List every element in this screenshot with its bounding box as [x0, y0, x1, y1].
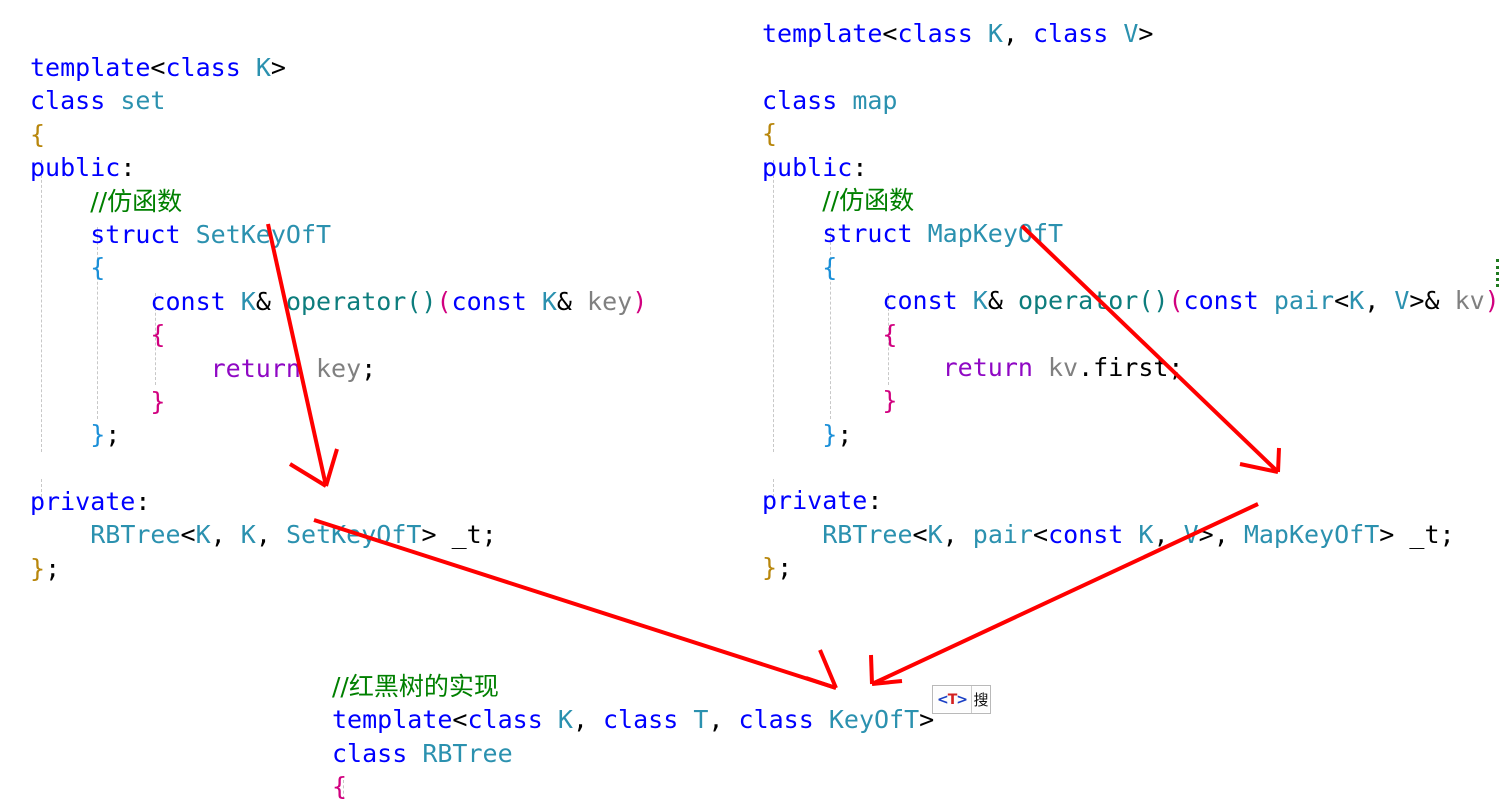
code-line: class set — [30, 86, 166, 116]
clipped-edge-marker — [1496, 259, 1502, 287]
code-line: class RBTree — [332, 738, 513, 768]
code-line: { — [762, 119, 778, 149]
code-line: return key; — [210, 353, 377, 383]
ime-logo-icon[interactable]: < T > — [933, 686, 971, 713]
code-line: } — [150, 386, 166, 416]
code-line: { — [90, 253, 106, 283]
code-line: struct SetKeyOfT — [90, 219, 332, 249]
code-line: public: — [30, 153, 136, 183]
code-line: struct MapKeyOfT — [822, 219, 1064, 249]
ime-logo-right-bracket: > — [956, 691, 968, 708]
code-line: } — [882, 386, 898, 416]
code-line: const K& operator()(const K& key) — [150, 286, 648, 316]
code-line: }; — [30, 553, 61, 583]
code-line: //仿函数 — [822, 185, 915, 215]
code-line: RBTree<K, K, SetKeyOfT> _t; — [90, 520, 497, 550]
code-line: { — [30, 119, 46, 149]
code-line: //仿函数 — [90, 186, 183, 216]
code-line: //红黑树的实现 — [332, 672, 499, 701]
code-line: template<class K, class V> — [762, 19, 1154, 48]
input-method-toolbar[interactable]: < T > 搜 — [932, 685, 991, 714]
ime-logo-t: T — [947, 691, 958, 708]
code-line: template<class K, class T, class KeyOfT> — [332, 705, 935, 735]
code-line: }; — [822, 419, 853, 449]
code-line: return kv.first; — [942, 352, 1184, 382]
ime-mode-label[interactable]: 搜 — [972, 686, 990, 713]
code-line: }; — [762, 553, 793, 583]
code-line: }; — [90, 420, 121, 450]
code-line: private: — [762, 486, 883, 516]
code-line: { — [882, 319, 898, 349]
code-line: class map — [762, 85, 898, 115]
ime-logo-left-bracket: < — [936, 691, 949, 708]
code-line: template<class K> — [30, 53, 286, 82]
code-line: { — [822, 252, 838, 282]
map-class-code: template<class K, class V> class map{pub… — [762, 17, 1500, 585]
code-line: const K& operator()(const pair<K, V>& kv… — [882, 286, 1500, 316]
code-line: { — [150, 320, 166, 350]
code-line: RBTree<K, pair<const K, V>, MapKeyOfT> _… — [822, 519, 1455, 549]
screenshot-canvas: template<class K> class set{public: //仿函数… — [0, 0, 1512, 801]
code-line: public: — [762, 152, 868, 182]
code-line: private: — [30, 487, 151, 517]
set-class-code: template<class K> class set{public: //仿函数… — [30, 51, 647, 585]
rbtree-template-code: //红黑树的实现 template<class K, class T, class… — [332, 670, 934, 804]
